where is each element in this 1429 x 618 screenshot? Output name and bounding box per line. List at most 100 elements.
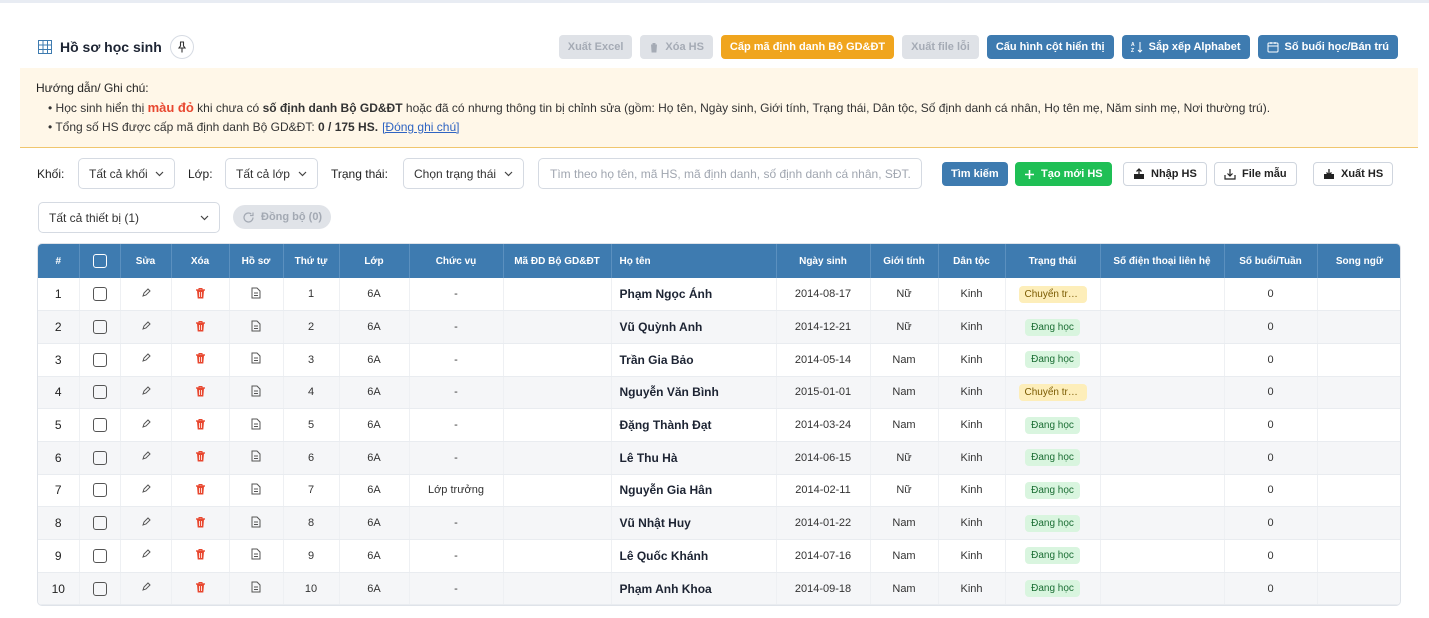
edit-icon[interactable] — [141, 386, 151, 399]
import-student-button[interactable]: Nhập HS — [1123, 162, 1207, 186]
edit-cell[interactable] — [120, 506, 172, 540]
edit-icon[interactable] — [141, 287, 151, 301]
delete-cell[interactable] — [171, 572, 230, 605]
edit-icon[interactable] — [141, 516, 151, 530]
row-checkbox-cell[interactable] — [79, 506, 121, 540]
export-student-button[interactable]: Xuất HS — [1313, 162, 1394, 186]
delete-cell[interactable] — [171, 376, 230, 410]
trash-icon[interactable] — [195, 548, 206, 563]
profile-cell[interactable] — [229, 278, 284, 312]
profile-cell[interactable] — [229, 343, 284, 377]
edit-icon[interactable] — [141, 320, 151, 334]
edit-cell[interactable] — [120, 539, 172, 573]
delete-cell[interactable] — [171, 310, 230, 344]
edit-icon[interactable] — [141, 582, 151, 595]
row-checkbox-cell[interactable] — [79, 539, 121, 573]
profile-cell[interactable] — [229, 572, 284, 605]
profile-cell[interactable] — [229, 441, 284, 475]
row-checkbox-cell[interactable] — [79, 343, 121, 377]
trash-icon[interactable] — [195, 418, 206, 433]
document-icon[interactable] — [251, 385, 261, 400]
profile-cell[interactable] — [229, 376, 284, 410]
profile-cell[interactable] — [229, 539, 284, 573]
search-input[interactable] — [538, 158, 922, 189]
row-checkbox-cell[interactable] — [79, 474, 121, 508]
template-file-button[interactable]: File mẫu — [1214, 162, 1297, 186]
edit-cell[interactable] — [120, 408, 172, 442]
student-name-cell[interactable]: Nguyễn Văn Bình — [611, 376, 777, 410]
export-excel-button[interactable]: Xuất Excel — [558, 35, 633, 59]
document-icon[interactable] — [251, 548, 261, 563]
config-columns-button[interactable]: Cấu hình cột hiển thị — [986, 35, 1114, 59]
table-row[interactable]: 4 4 6A - Nguyễn Văn Bình 2015-01-01 Nam Kinh Chu… — [38, 376, 1400, 410]
edit-cell[interactable] — [120, 474, 172, 508]
delete-cell[interactable] — [171, 506, 230, 540]
delete-cell[interactable] — [171, 539, 230, 573]
row-checkbox-cell[interactable] — [79, 572, 121, 605]
trash-icon[interactable] — [195, 516, 206, 531]
row-checkbox[interactable] — [92, 418, 107, 433]
table-row[interactable]: 7 7 6A Lớp trưởng Nguyễn Gia Hân 2014-02-11 Nữ… — [38, 474, 1400, 508]
row-checkbox[interactable] — [92, 483, 107, 498]
sessions-button[interactable]: Số buổi học/Bán trú — [1257, 35, 1398, 59]
student-name-cell[interactable]: Trần Gia Bảo — [611, 343, 777, 377]
delete-cell[interactable] — [171, 408, 230, 442]
edit-cell[interactable] — [120, 343, 172, 377]
edit-cell[interactable] — [120, 278, 172, 312]
row-checkbox[interactable] — [92, 548, 107, 563]
select-all-header[interactable] — [79, 244, 121, 278]
document-icon[interactable] — [251, 581, 261, 596]
edit-icon[interactable] — [141, 451, 151, 464]
student-name-cell[interactable]: Phạm Ngọc Ánh — [611, 278, 777, 312]
trash-icon[interactable] — [195, 450, 206, 465]
document-icon[interactable] — [251, 516, 261, 531]
document-icon[interactable] — [251, 352, 261, 367]
row-checkbox[interactable] — [92, 352, 107, 367]
trash-icon[interactable] — [195, 352, 206, 367]
trash-icon[interactable] — [195, 581, 206, 596]
export-error-file-button[interactable]: Xuất file lỗi — [902, 35, 979, 59]
edit-icon[interactable] — [141, 549, 151, 562]
row-checkbox[interactable] — [92, 516, 107, 531]
trash-icon[interactable] — [195, 483, 206, 498]
table-row[interactable]: 6 6 6A - Lê Thu Hà 2014-06-15 Nữ Kinh Đang học 0 — [38, 441, 1400, 475]
row-checkbox-cell[interactable] — [79, 441, 121, 475]
pin-button[interactable] — [169, 35, 194, 59]
sort-alphabet-button[interactable]: AZ Sắp xếp Alphabet — [1121, 35, 1250, 59]
row-checkbox-cell[interactable] — [79, 376, 121, 410]
edit-cell[interactable] — [120, 310, 172, 344]
table-row[interactable]: 9 9 6A - Lê Quốc Khánh 2014-07-16 Nam Kinh Đang … — [38, 539, 1400, 573]
table-row[interactable]: 5 5 6A - Đặng Thành Đạt 2014-03-24 Nam Kinh Đang… — [38, 408, 1400, 442]
table-row[interactable]: 2 2 6A - Vũ Quỳnh Anh 2014-12-21 Nữ Kinh Đang họ… — [38, 310, 1400, 344]
profile-cell[interactable] — [229, 506, 284, 540]
student-name-cell[interactable]: Phạm Anh Khoa — [611, 572, 777, 605]
grade-select[interactable]: Tất cả khối — [78, 158, 175, 189]
student-name-cell[interactable]: Đặng Thành Đạt — [611, 408, 777, 442]
document-icon[interactable] — [251, 320, 261, 335]
row-checkbox[interactable] — [92, 385, 107, 400]
student-name-cell[interactable]: Vũ Nhật Huy — [611, 506, 777, 540]
row-checkbox-cell[interactable] — [79, 310, 121, 344]
create-student-button[interactable]: Tạo mới HS — [1015, 162, 1112, 186]
document-icon[interactable] — [251, 287, 261, 302]
student-name-cell[interactable]: Vũ Quỳnh Anh — [611, 310, 777, 344]
profile-cell[interactable] — [229, 408, 284, 442]
trash-icon[interactable] — [195, 385, 206, 400]
close-notice-link[interactable]: [Đóng ghi chú] — [382, 120, 459, 134]
profile-cell[interactable] — [229, 310, 284, 344]
edit-icon[interactable] — [141, 353, 151, 366]
edit-icon[interactable] — [141, 418, 151, 432]
row-checkbox[interactable] — [92, 450, 107, 465]
row-checkbox[interactable] — [92, 320, 107, 335]
row-checkbox[interactable] — [92, 287, 107, 302]
edit-cell[interactable] — [120, 376, 172, 410]
delete-cell[interactable] — [171, 278, 230, 312]
edit-cell[interactable] — [120, 441, 172, 475]
table-row[interactable]: 3 3 6A - Trần Gia Bảo 2014-05-14 Nam Kinh Đang h… — [38, 343, 1400, 377]
grant-id-button[interactable]: Cấp mã định danh Bộ GD&ĐT — [720, 35, 895, 59]
student-name-cell[interactable]: Nguyễn Gia Hân — [611, 474, 777, 508]
delete-cell[interactable] — [171, 343, 230, 377]
device-select[interactable]: Tất cả thiết bị (1) — [38, 202, 220, 233]
row-checkbox[interactable] — [92, 581, 107, 596]
document-icon[interactable] — [251, 418, 261, 433]
